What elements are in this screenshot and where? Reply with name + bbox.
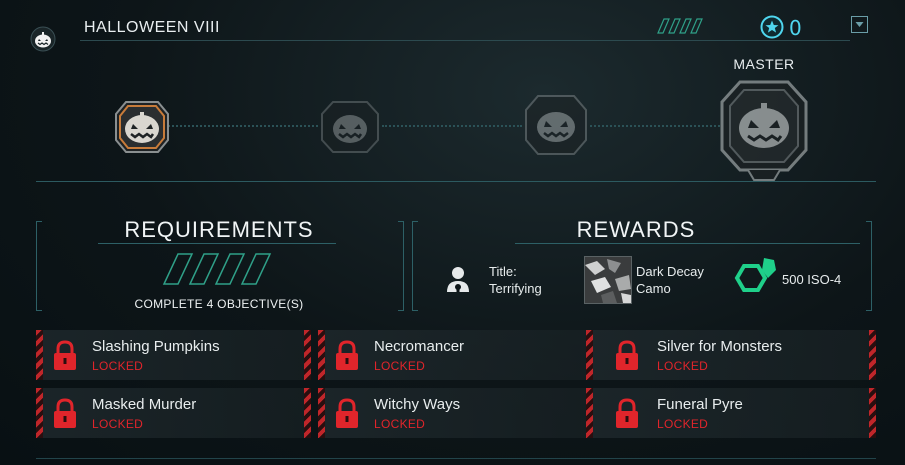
locked-stripe bbox=[318, 388, 325, 438]
section-divider bbox=[36, 181, 876, 182]
star-icon bbox=[760, 15, 784, 39]
objective-name: Silver for Monsters bbox=[657, 338, 783, 355]
progress-stripes bbox=[652, 18, 708, 34]
objective-name: Funeral Pyre bbox=[657, 396, 743, 413]
star-count: 0 bbox=[789, 16, 802, 40]
locked-stripe bbox=[318, 330, 325, 380]
objective-name: Masked Murder bbox=[92, 396, 197, 413]
bottom-divider bbox=[36, 458, 876, 459]
objective-card[interactable]: Necromancer LOCKED bbox=[318, 330, 593, 380]
tier-connector bbox=[168, 125, 318, 127]
rewards-title: REWARDS bbox=[576, 217, 696, 242]
objective-card[interactable]: Witchy Ways LOCKED bbox=[318, 388, 593, 438]
camo-reward-line2: Camo bbox=[636, 281, 671, 296]
locked-stripe bbox=[869, 330, 876, 380]
pumpkin-badge-icon bbox=[720, 80, 808, 181]
tier-connector bbox=[382, 125, 522, 127]
title-reward-icon bbox=[444, 264, 472, 296]
pumpkin-badge-icon bbox=[321, 101, 379, 153]
objective-status: LOCKED bbox=[374, 359, 426, 373]
title-reward-label: Title: Terrifying bbox=[489, 263, 542, 297]
objective-card[interactable]: Masked Murder LOCKED bbox=[36, 388, 311, 438]
iso-reward-label: 500 ISO-4 bbox=[782, 272, 842, 287]
tier-label-master: MASTER bbox=[733, 56, 795, 72]
tier-connector bbox=[590, 125, 720, 127]
objective-name: Slashing Pumpkins bbox=[92, 338, 220, 355]
objective-status: LOCKED bbox=[657, 359, 709, 373]
objective-name: Witchy Ways bbox=[374, 396, 461, 413]
tier-badge-2[interactable] bbox=[318, 96, 382, 158]
header-divider bbox=[80, 40, 850, 41]
iso-icon bbox=[728, 258, 778, 302]
requirements-progress-stripes bbox=[158, 252, 280, 286]
objective-card[interactable]: Funeral Pyre LOCKED bbox=[586, 388, 876, 438]
requirements-title: REQUIREMENTS bbox=[124, 217, 314, 242]
requirements-underline bbox=[98, 243, 336, 244]
panel-bracket bbox=[866, 221, 872, 311]
locked-stripe bbox=[869, 388, 876, 438]
objective-status: LOCKED bbox=[374, 417, 426, 431]
locked-stripe bbox=[36, 330, 43, 380]
title-reward-line1: Title: bbox=[489, 264, 517, 279]
title-reward-line2: Terrifying bbox=[489, 281, 542, 296]
challenge-title: HALLOWEEN VIII bbox=[84, 19, 220, 36]
locked-stripe bbox=[586, 330, 593, 380]
pumpkin-badge-icon bbox=[115, 101, 169, 153]
objective-card[interactable]: Slashing Pumpkins LOCKED bbox=[36, 330, 311, 380]
dropdown-button[interactable] bbox=[851, 16, 868, 33]
tier-badge-master[interactable] bbox=[718, 76, 810, 184]
tier-badge-3[interactable] bbox=[522, 90, 590, 160]
objective-status: LOCKED bbox=[92, 359, 144, 373]
chevron-down-icon bbox=[855, 22, 864, 27]
panel-bracket bbox=[398, 221, 404, 311]
locked-stripe bbox=[36, 388, 43, 438]
camo-reward-label: Dark Decay Camo bbox=[636, 263, 704, 297]
locked-stripe bbox=[304, 388, 311, 438]
tier-badge-1[interactable] bbox=[112, 96, 172, 158]
locked-stripe bbox=[304, 330, 311, 380]
objective-status: LOCKED bbox=[657, 417, 709, 431]
objective-status: LOCKED bbox=[92, 417, 144, 431]
lock-icon bbox=[50, 398, 80, 430]
camo-reward-line1: Dark Decay bbox=[636, 264, 704, 279]
panel-bracket bbox=[36, 221, 42, 311]
camo-swatch-icon bbox=[584, 256, 632, 304]
requirements-text: COMPLETE 4 OBJECTIVE(S) bbox=[134, 297, 304, 311]
lock-icon bbox=[332, 398, 362, 430]
objective-card[interactable]: Silver for Monsters LOCKED bbox=[586, 330, 876, 380]
lock-icon bbox=[50, 340, 80, 372]
locked-stripe bbox=[586, 388, 593, 438]
pumpkin-badge-icon bbox=[525, 95, 587, 155]
lock-icon bbox=[332, 340, 362, 372]
objective-name: Necromancer bbox=[374, 338, 465, 355]
lock-icon bbox=[612, 398, 642, 430]
panel-bracket bbox=[412, 221, 418, 311]
rewards-underline bbox=[515, 243, 860, 244]
pumpkin-icon bbox=[30, 26, 56, 52]
lock-icon bbox=[612, 340, 642, 372]
